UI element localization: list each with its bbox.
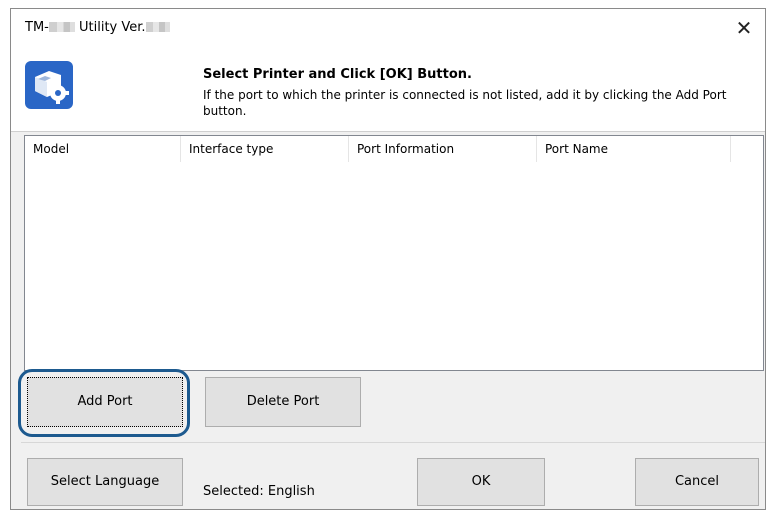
utility-window: TM- Utility Ver. ✕ Select Printer and Cl… [10,8,766,510]
title-prefix: TM- [25,20,49,35]
column-header-model[interactable]: Model [25,136,181,162]
redacted-version-mosaic [145,22,170,32]
column-header-port-name[interactable]: Port Name [537,136,731,162]
delete-port-button[interactable]: Delete Port [205,377,361,427]
redacted-model-mosaic [48,22,75,32]
title-middle: Utility Ver. [74,20,146,35]
divider [21,442,765,443]
column-header-port-information[interactable]: Port Information [349,136,537,162]
cancel-button[interactable]: Cancel [635,458,759,506]
close-icon: ✕ [735,16,753,40]
select-language-button[interactable]: Select Language [27,458,183,506]
column-header-interface-type[interactable]: Interface type [181,136,349,162]
header-title: Select Printer and Click [OK] Button. [203,67,472,82]
ok-button[interactable]: OK [417,458,545,506]
window-title: TM- Utility Ver. [25,20,170,35]
add-port-button[interactable]: Add Port [27,377,183,427]
title-bar: TM- Utility Ver. ✕ [11,9,765,49]
printer-settings-icon [25,61,73,109]
printer-list[interactable]: Model Interface type Port Information Po… [24,135,764,371]
selected-language-label: Selected: English [203,484,315,499]
header-description: If the port to which the printer is conn… [203,88,727,118]
close-button[interactable]: ✕ [731,15,757,41]
